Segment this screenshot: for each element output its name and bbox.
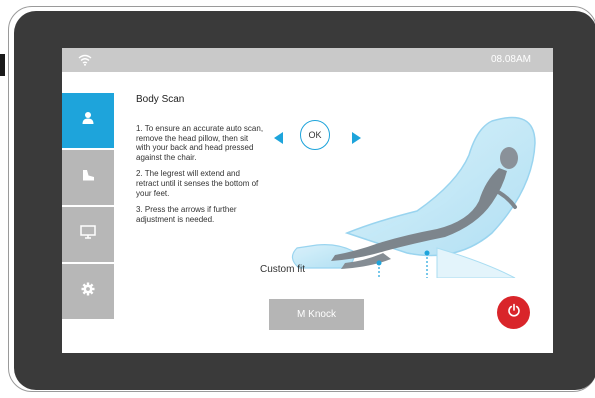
panel-title: Body Scan <box>136 94 185 105</box>
status-bar: 08.08AM <box>62 48 553 72</box>
power-icon <box>507 303 521 322</box>
left-arrow-icon[interactable] <box>274 131 284 149</box>
power-button[interactable] <box>497 296 530 329</box>
screen: 08.08AM Body Scan 1. To ensure an accura… <box>62 48 553 353</box>
hardware-side-button <box>0 54 5 76</box>
sidebar <box>62 93 114 321</box>
m-knock-button[interactable]: M Knock <box>269 299 364 330</box>
sidebar-item-display[interactable] <box>62 207 114 262</box>
monitor-icon <box>80 225 96 244</box>
sidebar-item-settings[interactable] <box>62 264 114 319</box>
clock: 08.08AM <box>490 54 531 65</box>
instructions: 1. To ensure an accurate auto scan, remo… <box>136 124 264 231</box>
sidebar-item-body-scan[interactable] <box>62 93 114 148</box>
instruction-step-3: 3. Press the arrows if further adjustmen… <box>136 205 237 224</box>
sidebar-item-foot[interactable] <box>62 150 114 205</box>
foot-icon <box>80 168 96 187</box>
person-icon <box>81 111 95 130</box>
custom-fit-label: Custom fit <box>260 264 306 275</box>
instruction-step-2: 2. The legrest will extend and retract u… <box>136 169 259 198</box>
wifi-icon <box>78 53 92 71</box>
instruction-step-1: 1. To ensure an accurate auto scan, remo… <box>136 124 264 162</box>
massage-chair-illustration <box>291 116 536 278</box>
gear-icon <box>81 282 95 301</box>
